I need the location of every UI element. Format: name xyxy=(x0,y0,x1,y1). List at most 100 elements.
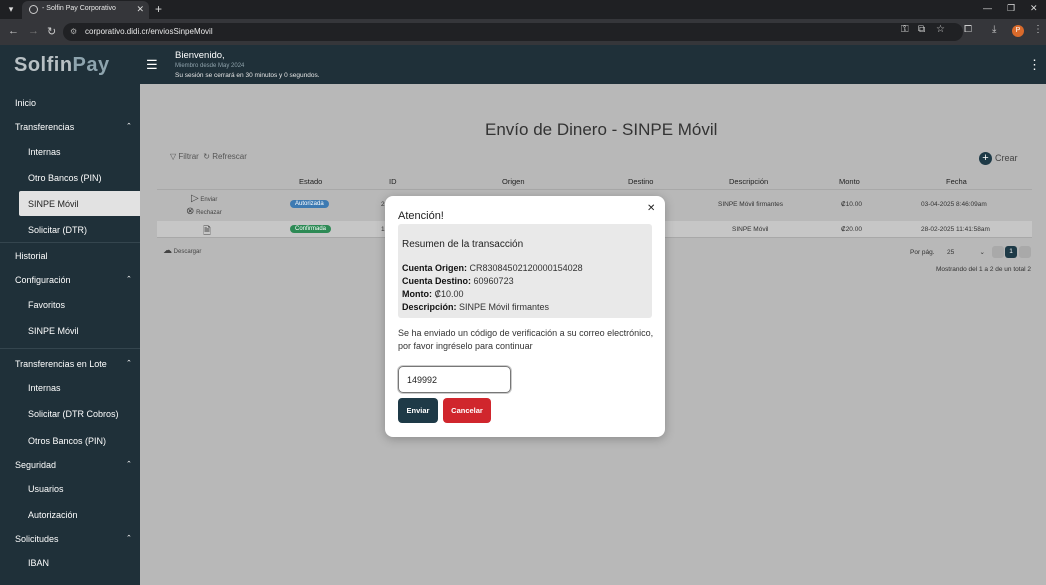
browser-tabstrip: ▾ - Solfin Pay Corporativo ✕ + — ❐ ✕ xyxy=(0,0,1046,19)
download-action[interactable]: ☁ Descargar xyxy=(163,245,201,256)
brand-logo[interactable]: SolfinPay xyxy=(14,54,110,77)
summary-descripcion: Descripción: SINPE Móvil firmantes xyxy=(402,302,550,312)
cancel-button[interactable]: Cancelar xyxy=(443,398,491,423)
url-text: corporativo.didi.cr/enviosSinpeMovil xyxy=(85,27,213,36)
tab-search-icon[interactable]: ▾ xyxy=(4,3,18,16)
translate-icon[interactable]: ⧉ xyxy=(918,24,925,35)
per-page-label: Por pág. xyxy=(910,249,935,256)
window-close-icon[interactable]: ✕ xyxy=(1030,3,1038,14)
row-monto: ₡10.00 xyxy=(841,201,862,208)
chevron-up-icon: ⌃ xyxy=(126,123,132,130)
plus-icon: + xyxy=(979,152,992,165)
tab-close-icon[interactable]: ✕ xyxy=(136,4,144,15)
prev-page-button[interactable] xyxy=(992,246,1004,258)
summary-origen: Cuenta Origen: CR83084502120000154028 xyxy=(402,263,583,273)
table-divider xyxy=(157,189,1032,190)
browser-toolbar: ← → ↻ ⚙ corporativo.didi.cr/enviosSinpeM… xyxy=(0,19,1046,45)
sidebar-item-config-sinpe[interactable]: SINPE Móvil xyxy=(28,326,79,336)
filter-button[interactable]: ▽ Filtrar ↻ Refrescar xyxy=(170,152,247,161)
sidebar-item-lote-otros[interactable]: Otros Bancos (PIN) xyxy=(28,436,106,446)
back-icon[interactable]: ← xyxy=(8,25,19,37)
verification-code-input[interactable]: 149992 xyxy=(398,366,511,393)
sidebar-item-usuarios[interactable]: Usuarios xyxy=(28,484,64,494)
page-title: Envío de Dinero - SINPE Móvil xyxy=(485,120,718,139)
col-fecha[interactable]: Fecha xyxy=(946,177,967,186)
per-page-select[interactable]: 25 ⌄ xyxy=(945,246,987,259)
sidebar-item-lote-solicitar[interactable]: Solicitar (DTR Cobros) xyxy=(28,409,119,419)
sidebar-item-sinpe-movil[interactable]: SINPE Móvil xyxy=(28,199,79,209)
site-info-icon[interactable]: ⚙ xyxy=(70,27,77,36)
extensions-icon[interactable]: ⧠ xyxy=(964,24,972,35)
maximize-icon[interactable]: ❐ xyxy=(1007,3,1015,14)
reject-icon: ⊗ xyxy=(186,206,195,217)
reload-icon[interactable]: ↻ xyxy=(47,25,56,38)
transaction-summary: Resumen de la transacción Cuenta Origen:… xyxy=(398,224,652,318)
sidebar-item-configuracion[interactable]: Configuración ⌃ xyxy=(15,275,135,285)
close-icon[interactable]: ✕ xyxy=(647,203,655,214)
sidebar-item-lote-internas[interactable]: Internas xyxy=(28,383,61,393)
download-icon[interactable]: ⤓ xyxy=(992,24,996,35)
forward-icon[interactable]: → xyxy=(28,25,39,37)
browser-tab[interactable]: - Solfin Pay Corporativo ✕ xyxy=(22,1,149,19)
session-notice: Su sesión se cerrará en 30 minutos y 0 s… xyxy=(175,72,320,79)
new-tab-icon[interactable]: + xyxy=(155,2,162,16)
next-page-button[interactable] xyxy=(1019,246,1031,258)
welcome-text: Bienvenido, xyxy=(175,50,225,61)
sidebar-item-favoritos[interactable]: Favoritos xyxy=(28,300,65,310)
sidebar-item-internas[interactable]: Internas xyxy=(28,147,61,157)
hamburger-menu-icon[interactable]: ☰ xyxy=(146,57,158,73)
col-origen[interactable]: Origen xyxy=(502,177,525,186)
document-icon[interactable]: 🗎 xyxy=(203,224,211,241)
address-bar[interactable]: ⚙ corporativo.didi.cr/enviosSinpeMovil xyxy=(63,23,963,41)
sidebar-item-lote[interactable]: Transferencias en Lote ⌃ xyxy=(15,359,135,369)
cloud-download-icon: ☁ xyxy=(163,245,172,255)
password-key-icon[interactable]: ⚿ xyxy=(901,24,909,35)
col-destino[interactable]: Destino xyxy=(628,177,653,186)
minimize-icon[interactable]: — xyxy=(983,3,992,13)
refresh-icon: ↻ xyxy=(203,152,210,161)
col-descripcion[interactable]: Descripción xyxy=(729,177,768,186)
site-favicon-icon xyxy=(29,5,38,14)
sidebar-item-inicio[interactable]: Inicio xyxy=(15,98,36,108)
summary-monto: Monto: ₡10.00 xyxy=(402,289,464,299)
row-fecha: 28-02-2025 11:41:58am xyxy=(921,226,990,233)
header-more-icon[interactable]: ⋮ xyxy=(1028,57,1041,73)
profile-avatar[interactable]: P xyxy=(1012,25,1024,37)
page-button[interactable]: 1 xyxy=(1005,246,1017,258)
sidebar-item-autorizacion[interactable]: Autorización xyxy=(28,510,78,520)
chevron-up-icon: ⌃ xyxy=(126,461,132,468)
row-monto: ₡20.00 xyxy=(841,226,862,233)
sidebar-item-solicitar-dtr[interactable]: Solicitar (DTR) xyxy=(28,225,87,235)
send-action[interactable]: ▷ Enviar xyxy=(191,193,217,204)
sidebar-divider xyxy=(0,348,140,349)
filter-icon: ▽ xyxy=(170,152,177,161)
browser-menu-icon[interactable]: ⋮ xyxy=(1033,24,1043,35)
chevron-up-icon: ⌃ xyxy=(126,360,132,367)
reject-action[interactable]: ⊗ Rechazar xyxy=(186,206,222,217)
create-button[interactable]: + Crear xyxy=(979,152,1018,165)
sidebar-item-transferencias[interactable]: Transferencias ⌃ xyxy=(15,122,135,132)
row-descripcion: SINPE Móvil firmantes xyxy=(718,201,784,208)
refresh-button[interactable]: Refrescar xyxy=(212,152,247,161)
col-monto[interactable]: Monto xyxy=(839,177,860,186)
sidebar-item-solicitudes[interactable]: Solicitudes ⌃ xyxy=(15,534,135,544)
chevron-down-icon: ⌄ xyxy=(979,249,985,256)
verification-modal: Atención! ✕ Resumen de la transacción Cu… xyxy=(385,196,665,437)
row-descripcion: SINPE Móvil xyxy=(732,226,769,233)
bookmark-star-icon[interactable]: ☆ xyxy=(936,24,945,35)
chevron-up-icon: ⌃ xyxy=(126,535,132,542)
sidebar-item-otro-bancos[interactable]: Otro Bancos (PIN) xyxy=(28,173,102,183)
row-fecha: 03-04-2025 8:46:09am xyxy=(921,201,987,208)
col-id[interactable]: ID xyxy=(389,177,397,186)
summary-destino: Cuenta Destino: 60960723 xyxy=(402,276,514,286)
send-button[interactable]: Enviar xyxy=(398,398,438,423)
sidebar-item-seguridad[interactable]: Seguridad ⌃ xyxy=(15,460,135,470)
send-icon: ▷ xyxy=(191,193,199,204)
status-badge: Confirmada xyxy=(290,225,332,233)
sidebar-item-historial[interactable]: Historial xyxy=(15,251,48,261)
showing-count: Mostrando del 1 a 2 de un total 2 xyxy=(936,266,1032,273)
summary-title: Resumen de la transacción xyxy=(402,239,524,250)
col-estado[interactable]: Estado xyxy=(299,177,322,186)
sidebar-item-iban[interactable]: IBAN xyxy=(28,558,49,568)
sidebar-divider xyxy=(0,242,140,243)
